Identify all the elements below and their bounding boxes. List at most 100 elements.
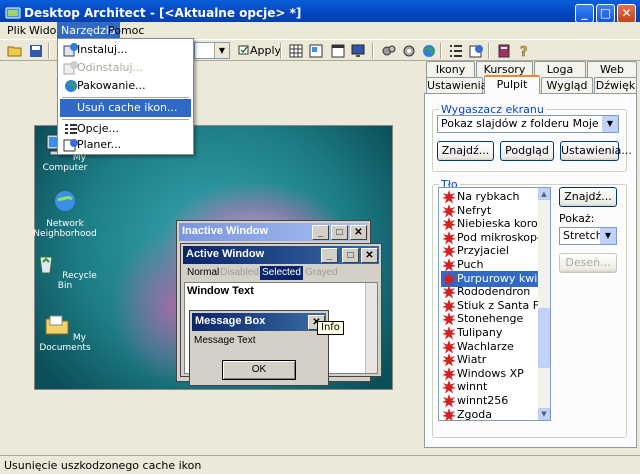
show-mode-select[interactable]: Stretch ▼ (559, 227, 617, 245)
message-box-preview: Message Box ✕ Message Text OK (189, 310, 329, 386)
scroll-down-icon[interactable]: ▼ (538, 408, 550, 420)
preview-window-text: Window Text (187, 285, 254, 297)
menu-item-label: Planer... (77, 138, 122, 151)
menu-item-odinstaluj[interactable]: Odinstaluj... (60, 59, 191, 77)
preview-menu-disabled: Disabled (220, 267, 259, 278)
tab-ikony[interactable]: Ikony (426, 61, 475, 78)
toolbar-separator (280, 43, 282, 59)
window-icon[interactable] (330, 43, 346, 59)
desktop-icon-network[interactable]: Network Neighborhood (33, 188, 97, 239)
recycle-bin-icon (39, 256, 53, 274)
minimize-icon: _ (312, 225, 329, 240)
menu-item-label: Usuń cache ikon... (77, 101, 178, 114)
menu-item-label: Instaluj... (77, 43, 128, 56)
toolbar-combo[interactable]: ▼ (194, 42, 230, 59)
minimize-button[interactable]: _ (575, 4, 594, 23)
menu-item-label: Odinstaluj... (77, 61, 144, 74)
chevron-down-icon[interactable]: ▼ (214, 43, 229, 58)
background-list-item-label: Zgoda (457, 407, 492, 421)
maximize-button[interactable]: □ (596, 4, 615, 23)
active-window-caption: Active Window _ □ ✕ (183, 246, 379, 264)
show-mode-value: Stretch (563, 229, 603, 242)
menu-item-planer[interactable]: Planer... (60, 136, 191, 154)
close-button[interactable]: ✕ (617, 4, 636, 23)
message-box-text: Message Text (194, 335, 256, 346)
app-icon (5, 7, 21, 19)
wallpaper-star-icon (442, 407, 456, 420)
message-box-title: Message Box (195, 315, 266, 327)
svg-text:?: ? (520, 45, 528, 59)
menu-item-pakowanie[interactable]: Pakowanie... (60, 77, 191, 95)
status-bar: Usunięcie uszkodzonego cache ikon (0, 455, 640, 474)
tab-dzwiek[interactable]: Dźwięk (594, 77, 637, 94)
show-label: Pokaż: (559, 212, 595, 225)
help-icon[interactable]: ? (516, 43, 532, 59)
scroll-thumb[interactable] (538, 308, 550, 368)
preview-tooltip: Info (317, 321, 344, 335)
menu-item-label: Pakowanie... (77, 79, 146, 92)
inactive-window-caption: Inactive Window _ □ ✕ (179, 223, 368, 241)
menu-pomoc[interactable]: Pomoc (104, 22, 148, 39)
screensaver-select-value: Pokaz slajdów z folderu Moje obrazy (441, 117, 618, 130)
screensaver-preview-button[interactable]: Podgląd (500, 141, 554, 161)
menu-bar: Plik Widok Narzędzia Pomoc (0, 22, 640, 39)
scroll-up-icon[interactable]: ▲ (538, 188, 550, 200)
tab-wyglad[interactable]: Wygląd (541, 77, 593, 94)
pattern-button[interactable]: Deseń... (559, 253, 617, 273)
tab-ustawienia[interactable]: Ustawienia (426, 77, 487, 94)
documents-folder-icon (45, 315, 69, 335)
grid-icon[interactable] (288, 43, 304, 59)
toolbar-separator (48, 43, 50, 59)
settings-icon[interactable] (401, 43, 417, 59)
toolbar-separator (440, 43, 442, 59)
open-folder-icon[interactable] (7, 43, 23, 59)
background-find-button[interactable]: Znajdź... (559, 187, 617, 207)
screensaver-select[interactable]: Pokaz slajdów z folderu Moje obrazy ▼ (437, 115, 619, 133)
book-icon[interactable] (496, 43, 512, 59)
toolbar-separator (372, 43, 374, 59)
chevron-down-icon[interactable]: ▼ (602, 116, 618, 132)
message-box-ok-button: OK (222, 360, 296, 380)
screensaver-find-button[interactable]: Znajdź... (437, 141, 494, 161)
preview-scrollbar (365, 283, 377, 373)
desktop-icon-recycle-bin[interactable]: Recycle Bin (33, 250, 97, 291)
desktop-icon-label: Network Neighborhood (33, 219, 97, 239)
chevron-down-icon[interactable]: ▼ (600, 228, 616, 244)
preview-menu-selected: Selected (260, 266, 303, 280)
tools-icon[interactable] (381, 43, 397, 59)
list-icon[interactable] (448, 43, 464, 59)
maximize-icon: □ (331, 225, 348, 240)
planner-icon[interactable] (468, 43, 484, 59)
tab-loga[interactable]: Loga (534, 61, 586, 78)
network-icon (55, 191, 75, 211)
toolbar-separator (488, 43, 490, 59)
desktop-icon-my-documents[interactable]: My Documents (33, 312, 97, 353)
narzedzia-dropdown-menu: Instaluj... Odinstaluj... Pakowanie... U… (57, 38, 194, 155)
desktop-icon[interactable] (308, 43, 324, 59)
maximize-icon: □ (342, 248, 359, 263)
status-text: Usunięcie uszkodzonego cache ikon (4, 459, 202, 472)
message-box-caption: Message Box ✕ (192, 313, 326, 331)
desktop-preview[interactable]: My Computer Network Neighborhood Recycle… (33, 125, 393, 390)
screensaver-settings-button[interactable]: Ustawienia... (560, 141, 632, 161)
background-list-item[interactable]: Zgoda (441, 407, 542, 421)
preview-menu-normal: Normal (187, 267, 220, 278)
monitor-icon[interactable] (350, 43, 366, 59)
desktop-icon-label: Recycle Bin (57, 271, 97, 291)
globe-icon[interactable] (421, 43, 437, 59)
background-list[interactable]: Na rybkachNefrytNiebieska koronka 16Pod … (438, 187, 551, 421)
active-window-title: Active Window (186, 248, 265, 260)
menu-item-usun-cache-ikon[interactable]: Usuń cache ikon... (60, 99, 191, 117)
apply-icon (238, 45, 249, 55)
inactive-window-title: Inactive Window (182, 225, 269, 237)
tab-pulpit[interactable]: Pulpit (484, 75, 540, 94)
save-icon[interactable] (28, 43, 44, 59)
menu-separator (62, 97, 189, 98)
preview-menu-grayed: Grayed (305, 267, 338, 278)
apply-label: Apply (250, 44, 282, 57)
menu-item-instaluj[interactable]: Instaluj... (60, 41, 191, 59)
background-list-scrollbar[interactable]: ▲ ▼ (538, 188, 550, 420)
tab-web[interactable]: Web (587, 61, 637, 78)
minimize-icon: _ (321, 248, 338, 263)
close-icon: ✕ (350, 225, 367, 240)
